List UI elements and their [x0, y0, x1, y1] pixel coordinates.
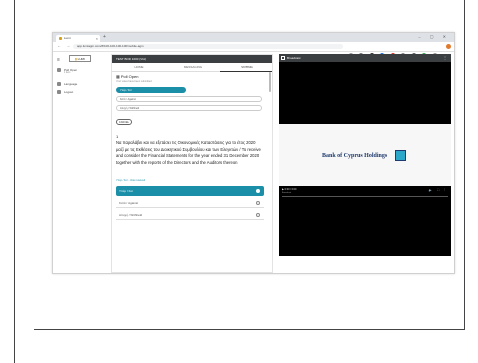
poll-title: ▦ Poll Open — [116, 74, 139, 79]
lumi-logo: ▮ LUMI — [69, 55, 91, 62]
bank-logo-icon — [395, 150, 406, 161]
panel-scrollbar[interactable] — [269, 72, 271, 92]
browser-window: Lumi × + – ▢ ✕ ← → ⟳ app.lumiagm.com/#/1… — [52, 32, 455, 274]
radio-icon — [256, 189, 260, 193]
tab-voting[interactable]: VOTING — [220, 63, 272, 72]
extensions-area[interactable] — [349, 44, 441, 75]
poll-status: Your votes have been submitted — [116, 80, 152, 83]
menu-icon[interactable]: ≡ — [57, 57, 60, 63]
new-tab-icon[interactable]: + — [103, 34, 106, 40]
profile-avatar[interactable] — [446, 44, 451, 49]
minimize-icon[interactable]: ⋮ — [443, 54, 447, 62]
broadcast-icon — [281, 56, 285, 60]
resolution-option-withheld[interactable]: Αποχή / Withheld — [116, 210, 264, 220]
globe-icon — [57, 82, 61, 87]
window-controls[interactable]: – ▢ ✕ — [418, 34, 450, 39]
panel-header: TEST BOD 1000 (VIA) — [112, 55, 272, 63]
page-border-right — [464, 0, 465, 330]
page-border-bottom — [34, 329, 465, 330]
close-tab-icon[interactable]: × — [96, 35, 98, 42]
vote-option-against[interactable]: Κατά / Against — [116, 96, 262, 102]
video-player-top[interactable] — [279, 62, 451, 124]
vote-received-note: Υπέρ / For - Vote received — [116, 179, 146, 182]
radio-icon — [256, 201, 260, 205]
sidebar-item-poll[interactable]: Poll Open 1 item — [57, 68, 77, 74]
voting-panel: TEST BOD 1000 (VIA) HOME MESSAGING VOTIN… — [111, 54, 273, 273]
presentation-slide: Bank of Cyprus Holdings — [279, 124, 451, 186]
tab-title: Lumi — [64, 36, 71, 40]
cancel-button[interactable]: CANCEL — [116, 119, 132, 125]
video-player[interactable]: ▶ 0:00 / 0:00 Broadcast 🔈 ⛶ ⋮ — [279, 186, 451, 256]
slide-title: Bank of Cyprus Holdings — [322, 153, 388, 159]
video-progress-bar[interactable] — [282, 196, 448, 197]
favicon-icon — [59, 36, 62, 40]
address-bar-row: ← → ⟳ app.lumiagm.com/#/100-100-100-100/… — [53, 42, 454, 75]
question-text: Να παραλάβει και να εξετάσει τις Οικονομ… — [116, 140, 261, 166]
vote-option-for[interactable]: Υπέρ / For — [116, 87, 186, 93]
resolution-option-against[interactable]: Κατά / Against — [116, 198, 264, 208]
resolution-option-for[interactable]: Υπέρ / For — [116, 186, 264, 196]
vote-option-withheld[interactable]: Αποχή / Withheld — [116, 105, 262, 111]
video-time: ▶ 0:00 / 0:00 — [282, 188, 297, 191]
sidebar-item-logout[interactable]: Logout — [57, 90, 73, 95]
sidebar-item-language[interactable]: Language — [57, 82, 77, 87]
broadcast-panel: Broadcast ⋮ Bank of Cyprus Holdings ▶ 0:… — [279, 54, 451, 273]
url-input[interactable]: app.lumiagm.com/#/100-100-100-100/mobile… — [73, 44, 343, 49]
browser-tab[interactable]: Lumi × — [56, 35, 100, 42]
video-controls[interactable]: 🔈 ⛶ ⋮ — [429, 188, 447, 192]
tab-home[interactable]: HOME — [112, 63, 166, 71]
video-subtitle: Broadcast — [282, 192, 292, 194]
poll-icon — [57, 68, 61, 73]
tab-messaging[interactable]: MESSAGING — [166, 63, 220, 71]
panel-tabs: HOME MESSAGING VOTING — [112, 63, 272, 72]
page-border-left — [14, 0, 15, 363]
app-sidebar: ≡ ▮ LUMI Poll Open 1 item Language Logou… — [53, 52, 111, 273]
tab-bar: Lumi × + – ▢ ✕ — [53, 33, 454, 42]
broadcast-header: Broadcast ⋮ — [279, 54, 451, 62]
radio-icon — [256, 213, 260, 217]
question-number: 1 — [116, 134, 119, 139]
logout-icon — [57, 90, 61, 95]
